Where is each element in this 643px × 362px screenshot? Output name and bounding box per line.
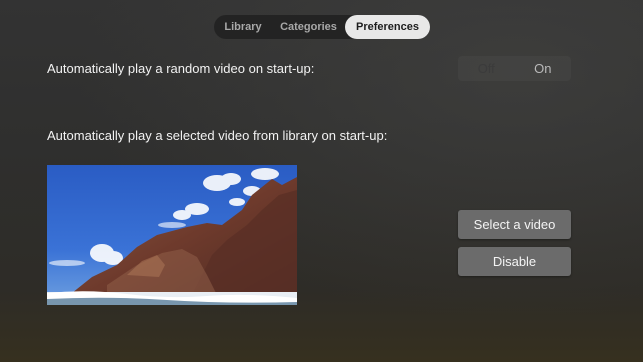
selected-video-label: Automatically play a selected video from…	[47, 128, 388, 143]
video-thumbnail	[47, 165, 297, 305]
random-video-label: Automatically play a random video on sta…	[47, 61, 315, 76]
random-video-toggle[interactable]: Off On	[458, 56, 571, 81]
tab-bar: Library Categories Preferences	[214, 15, 430, 39]
toggle-off-option[interactable]: Off	[458, 56, 515, 81]
tab-categories[interactable]: Categories	[272, 15, 345, 39]
tab-preferences[interactable]: Preferences	[345, 15, 430, 39]
toggle-on-option[interactable]: On	[515, 56, 572, 81]
disable-button[interactable]: Disable	[458, 247, 571, 276]
tab-library[interactable]: Library	[214, 15, 272, 39]
select-video-button[interactable]: Select a video	[458, 210, 571, 239]
